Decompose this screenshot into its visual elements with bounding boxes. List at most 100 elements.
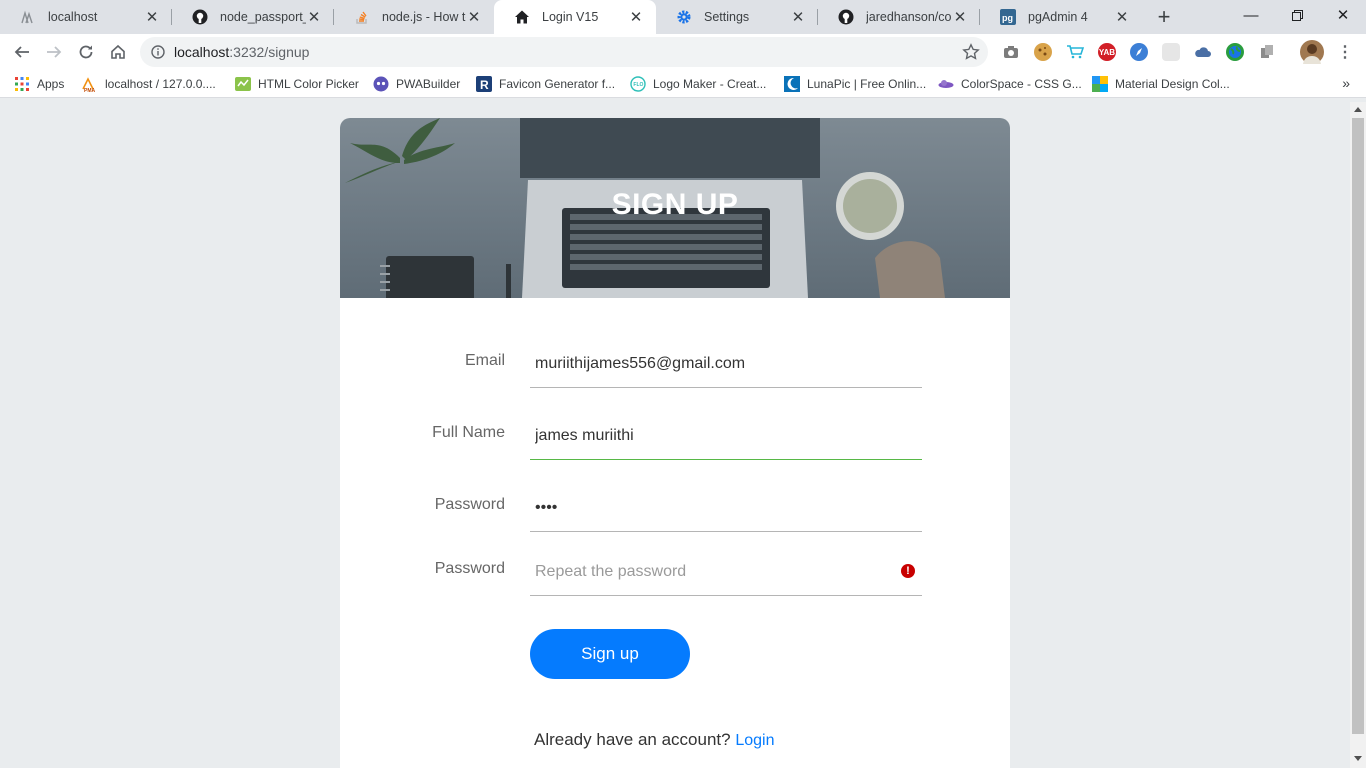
close-icon[interactable]: ✕ <box>1114 9 1130 26</box>
bookmark-label: Logo Maker - Creat... <box>653 77 767 91</box>
login-prompt-text: Already have an account? <box>534 730 731 749</box>
scroll-down-arrow-icon[interactable] <box>1354 756 1362 761</box>
github-icon <box>838 9 854 25</box>
tab-settings[interactable]: Settings ✕ <box>656 0 818 34</box>
fullname-field-wrapper <box>530 410 922 460</box>
pgadmin-icon: pg <box>1000 9 1016 25</box>
bookmark-label: Apps <box>37 77 65 91</box>
reload-button[interactable] <box>72 38 100 66</box>
home-icon <box>514 9 530 25</box>
login-link[interactable]: Login <box>735 732 774 749</box>
favicon-generator-icon: R <box>476 76 492 92</box>
cookie-extension-icon[interactable] <box>1034 43 1052 61</box>
bookmark-label: localhost / 127.0.0.... <box>105 77 216 91</box>
tab-localhost[interactable]: localhost ✕ <box>0 0 172 34</box>
page-scrollbar[interactable] <box>1350 102 1366 768</box>
bookmark-label: PWABuilder <box>396 77 461 91</box>
kebab-menu-icon[interactable]: ⋮ <box>1336 43 1354 61</box>
page-viewport: SIGN UP Email Full Name Password Passwor… <box>0 102 1350 768</box>
bookmark-favicon-generator[interactable]: R Favicon Generator f... <box>476 75 615 93</box>
tab-title: pgAdmin 4 <box>1028 10 1088 24</box>
tab-node-passport[interactable]: node_passport_log ✕ <box>172 0 334 34</box>
url-host: localhost <box>174 44 230 60</box>
bookmark-label: HTML Color Picker <box>258 77 359 91</box>
yab-extension-icon[interactable]: YAB <box>1098 43 1116 61</box>
globe-extension-icon[interactable] <box>1226 43 1244 61</box>
close-icon[interactable]: ✕ <box>790 9 806 26</box>
email-label: Email <box>464 352 505 369</box>
header-image: SIGN UP <box>340 118 1010 298</box>
password-field[interactable] <box>530 482 922 530</box>
bookmark-label: Favicon Generator f... <box>499 77 616 91</box>
bookmark-pwabuilder[interactable]: PWABuilder <box>373 75 460 93</box>
profile-avatar[interactable] <box>1300 40 1324 64</box>
camera-extension-icon[interactable] <box>1002 43 1020 61</box>
tab-pgadmin[interactable]: pg pgAdmin 4 ✕ <box>980 0 1142 34</box>
scrollbar-thumb[interactable] <box>1352 118 1364 734</box>
address-bar[interactable]: localhost:3232/signup <box>140 37 988 67</box>
compass-extension-icon[interactable] <box>1130 43 1148 61</box>
password-label: Password <box>434 496 505 513</box>
bookmark-logo-maker[interactable]: FLO Logo Maker - Creat... <box>630 75 766 93</box>
close-icon[interactable]: ✕ <box>628 9 644 26</box>
tab-title: node_passport_log <box>220 10 306 24</box>
apps-grid-icon <box>14 76 30 92</box>
svg-text:PMA: PMA <box>84 88 96 92</box>
restore-button[interactable] <box>1274 0 1320 30</box>
close-icon[interactable]: ✕ <box>952 9 968 26</box>
home-button[interactable] <box>104 38 132 66</box>
alert-icon: ! <box>901 564 915 578</box>
minimize-button[interactable]: — <box>1228 0 1274 30</box>
bookmark-localhost[interactable]: PMA localhost / 127.0.0.... <box>82 75 216 93</box>
tab-login-v15[interactable]: Login V15 ✕ <box>494 0 656 34</box>
bookmarks-overflow-icon[interactable]: » <box>1342 75 1350 91</box>
phpmyadmin-icon <box>20 9 36 25</box>
bookmark-label: ColorSpace - CSS G... <box>961 77 1082 91</box>
email-field-wrapper <box>530 338 922 388</box>
gear-icon <box>676 9 692 25</box>
close-icon[interactable]: ✕ <box>466 9 482 26</box>
signup-card: SIGN UP Email Full Name Password Passwor… <box>340 118 1010 768</box>
bookmark-lunapic[interactable]: LunaPic | Free Onlin... <box>784 75 926 93</box>
info-icon[interactable] <box>150 44 166 60</box>
bookmark-material-design[interactable]: Material Design Col... <box>1092 75 1230 93</box>
tab-title: node.js - How to c <box>382 10 466 24</box>
close-window-button[interactable]: ✕ <box>1320 0 1366 30</box>
new-tab-button[interactable]: + <box>1152 4 1176 29</box>
lunapic-icon <box>784 76 800 92</box>
home-icon <box>111 44 125 59</box>
cart-extension-icon[interactable] <box>1066 43 1084 61</box>
email-field[interactable] <box>530 338 922 386</box>
back-button[interactable] <box>8 38 36 66</box>
bookmark-label: LunaPic | Free Onlin... <box>807 77 927 91</box>
bookmark-colorspace[interactable]: ColorSpace - CSS G... <box>938 75 1082 93</box>
forward-button[interactable] <box>40 38 68 66</box>
fullname-field[interactable] <box>530 410 922 458</box>
page-title: SIGN UP <box>611 188 739 221</box>
grid-extension-icon[interactable] <box>1162 43 1180 61</box>
close-icon[interactable]: ✕ <box>306 9 322 26</box>
colorspace-icon <box>938 76 954 92</box>
copy-extension-icon[interactable] <box>1258 43 1276 61</box>
login-prompt: Already have an account? Login <box>534 730 774 750</box>
cloud-extension-icon[interactable] <box>1194 43 1212 61</box>
bookmarks-bar: Apps PMA localhost / 127.0.0.... HTML Co… <box>0 70 1366 98</box>
password-row: Password <box>340 482 1010 532</box>
tab-jaredhanson[interactable]: jaredhanson/conn ✕ <box>818 0 980 34</box>
fullname-row: Full Name <box>340 410 1010 460</box>
bookmark-apps[interactable]: Apps <box>14 75 64 93</box>
signup-button[interactable]: Sign up <box>530 629 690 679</box>
reload-icon <box>79 45 93 59</box>
url-path: :3232/signup <box>229 44 310 60</box>
url-text: localhost:3232/signup <box>174 44 309 60</box>
bookmark-html-color-picker[interactable]: HTML Color Picker <box>235 75 359 93</box>
browser-toolbar: localhost:3232/signup YAB ⋮ <box>0 34 1366 70</box>
scroll-up-arrow-icon[interactable] <box>1354 107 1362 112</box>
tab-stackoverflow[interactable]: node.js - How to c ✕ <box>334 0 494 34</box>
arrow-right-icon <box>47 46 62 58</box>
email-row: Email <box>340 338 1010 388</box>
repeat-password-field[interactable] <box>530 546 922 594</box>
fullname-label: Full Name <box>432 424 505 441</box>
bookmark-star-icon[interactable] <box>962 43 980 61</box>
close-icon[interactable]: ✕ <box>144 9 160 26</box>
